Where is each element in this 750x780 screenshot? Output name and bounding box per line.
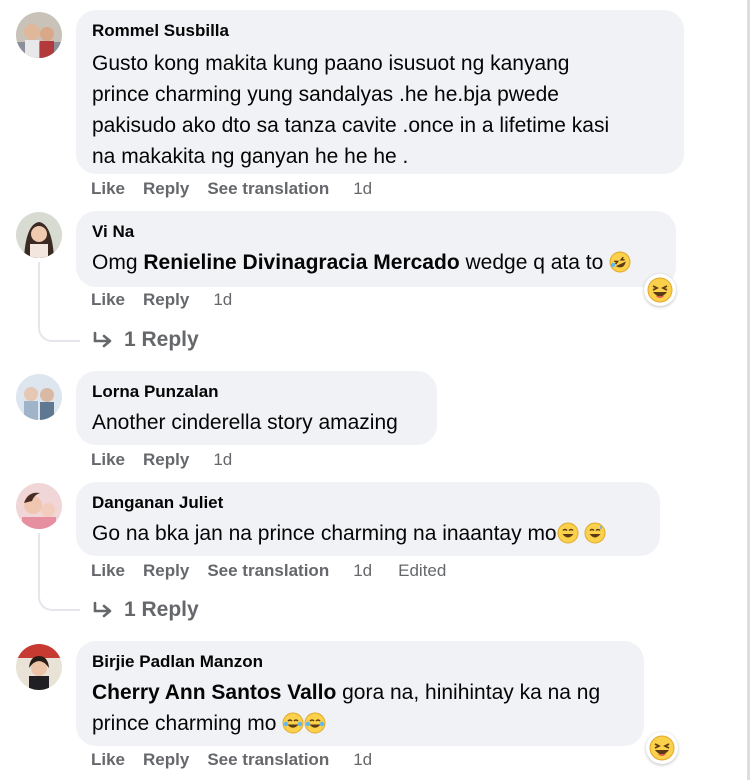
comment-bubble: Lorna Punzalan Another cinderella story … [76, 371, 437, 445]
laughing-emoji-icon [647, 277, 673, 303]
reply-button[interactable]: Reply [143, 450, 189, 470]
like-button[interactable]: Like [91, 450, 125, 470]
comment-bubble: Vi Na Omg Renieline Divinagracia Mercado… [76, 211, 676, 287]
thread-connector [38, 587, 80, 611]
like-button[interactable]: Like [91, 179, 125, 199]
see-translation-button[interactable]: See translation [207, 750, 329, 770]
comment-text: Go na bka jan na prince charming na inaa… [92, 518, 644, 549]
comment-timestamp[interactable]: 1d [213, 290, 232, 310]
comment-text: Gusto kong makita kung paano isusuot ng … [92, 52, 610, 168]
comment-actions: Like Reply 1d [91, 290, 258, 310]
reply-button[interactable]: Reply [143, 750, 189, 770]
reaction-badge[interactable] [646, 732, 678, 764]
comment-author[interactable]: Lorna Punzalan [92, 381, 421, 403]
reaction-badge[interactable] [644, 274, 676, 306]
mention-link[interactable]: Cherry Ann Santos Vallo [92, 681, 336, 704]
like-button[interactable]: Like [91, 561, 125, 581]
comment-author[interactable]: Danganan Juliet [92, 492, 644, 514]
reply-arrow-icon [93, 601, 112, 618]
thread-line [38, 533, 40, 589]
tears-of-joy-emoji-icon [304, 712, 326, 734]
comment-timestamp[interactable]: 1d [353, 561, 372, 581]
comment-timestamp[interactable]: 1d [353, 179, 372, 199]
comment-author[interactable]: Vi Na [92, 221, 660, 243]
like-button[interactable]: Like [91, 750, 125, 770]
avatar[interactable] [16, 644, 62, 690]
comment-bubble: Rommel Susbilla Gusto kong makita kung p… [76, 10, 684, 174]
edited-label: Edited [398, 561, 447, 580]
reply-button[interactable]: Reply [143, 561, 189, 581]
comment-text: Another cinderella story amazing [92, 411, 398, 434]
comment-timestamp[interactable]: 1d [213, 450, 232, 470]
avatar[interactable] [16, 212, 62, 258]
grinning-sweat-emoji-icon [584, 522, 606, 544]
avatar[interactable] [16, 483, 62, 529]
comment-author[interactable]: Rommel Susbilla [92, 20, 668, 42]
thread-connector [38, 318, 80, 342]
view-replies-link[interactable]: 1 Reply [92, 598, 199, 622]
reply-arrow-icon [93, 331, 112, 348]
see-translation-button[interactable]: See translation [207, 179, 329, 199]
grinning-sweat-emoji-icon [557, 522, 579, 544]
comment-text: Omg Renieline Divinagracia Mercado wedge… [92, 247, 660, 278]
rofl-emoji-icon [609, 251, 631, 273]
comment-actions: Like Reply See translation 1d [91, 179, 398, 199]
comment-actions: Like Reply See translation 1d Edited [91, 561, 472, 581]
comment-actions: Like Reply See translation 1d [91, 750, 398, 770]
avatar[interactable] [16, 12, 62, 58]
comment-author[interactable]: Birjie Padlan Manzon [92, 651, 628, 673]
comment-actions: Like Reply 1d [91, 450, 258, 470]
comment-bubble: Danganan Juliet Go na bka jan na prince … [76, 482, 660, 556]
like-button[interactable]: Like [91, 290, 125, 310]
mention-link[interactable]: Renieline Divinagracia Mercado [143, 251, 459, 274]
laughing-emoji-icon [649, 735, 675, 761]
avatar[interactable] [16, 374, 62, 420]
thread-line [38, 262, 40, 320]
comment-text: Cherry Ann Santos Vallo gora na, hinihin… [92, 681, 601, 735]
comment-timestamp[interactable]: 1d [353, 750, 372, 770]
reply-button[interactable]: Reply [143, 179, 189, 199]
comment-bubble: Birjie Padlan Manzon Cherry Ann Santos V… [76, 641, 644, 746]
tears-of-joy-emoji-icon [282, 712, 304, 734]
see-translation-button[interactable]: See translation [207, 561, 329, 581]
view-replies-link[interactable]: 1 Reply [92, 328, 199, 352]
reply-button[interactable]: Reply [143, 290, 189, 310]
